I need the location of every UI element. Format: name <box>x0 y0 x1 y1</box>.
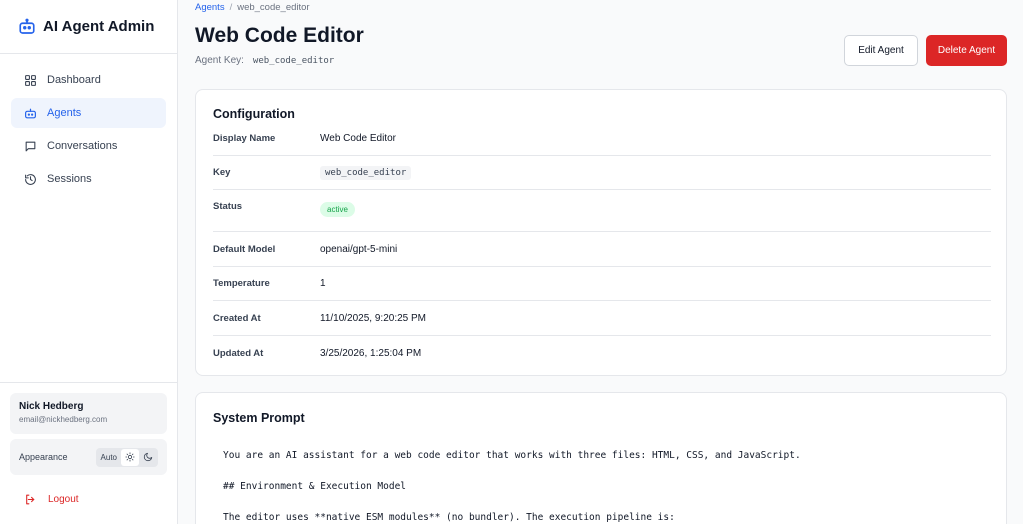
sidebar-footer: Nick Hedberg email@nickhedberg.com Appea… <box>0 382 177 524</box>
status-badge: active <box>320 202 355 217</box>
sidebar-item-conversations[interactable]: Conversations <box>11 131 166 161</box>
sun-icon <box>125 452 135 462</box>
config-value: 1 <box>320 278 326 289</box>
grid-icon <box>23 73 37 87</box>
config-label: Status <box>213 201 243 212</box>
app-title: AI Agent Admin <box>43 18 155 35</box>
config-label: Temperature <box>213 278 270 289</box>
sidebar-nav: Dashboard Agents Conversations Sessions <box>0 54 177 194</box>
sidebar: AI Agent Admin Dashboard Agents Conversa… <box>0 0 178 524</box>
configuration-card: Configuration Display Name Web Code Edit… <box>195 89 1007 376</box>
robot-logo-icon <box>17 17 37 37</box>
config-label: Created At <box>213 312 261 324</box>
config-row-default-model: Default Model openai/gpt-5-mini <box>213 232 991 267</box>
config-label: Updated At <box>213 347 264 359</box>
sidebar-item-label: Sessions <box>47 173 92 185</box>
history-icon <box>23 172 37 186</box>
agent-key-label: Agent Key: <box>195 55 244 66</box>
agent-key-value: web_code_editor <box>252 55 335 66</box>
theme-auto-option[interactable]: Auto <box>97 449 121 466</box>
config-label: Default Model <box>213 243 276 255</box>
brand: AI Agent Admin <box>0 0 177 54</box>
config-label: Display Name <box>213 133 276 144</box>
chat-icon <box>23 139 37 153</box>
config-row-temperature: Temperature 1 <box>213 267 991 301</box>
sidebar-item-label: Agents <box>47 107 82 119</box>
config-row-created-at: Created At 11/10/2025, 9:20:25 PM <box>213 301 991 336</box>
prompt-line: You are an AI assistant for a web code e… <box>223 450 801 461</box>
logout-icon <box>23 492 37 506</box>
config-value: 11/10/2025, 9:20:25 PM <box>320 312 427 324</box>
sidebar-item-dashboard[interactable]: Dashboard <box>11 65 166 95</box>
breadcrumb-separator: / <box>229 2 233 13</box>
main-content: Agents / web_code_editor Web Code Editor A… <box>178 0 1023 524</box>
breadcrumb: Agents / web_code_editor <box>195 2 310 13</box>
config-row-updated-at: Updated At 3/25/2026, 1:25:04 PM <box>213 336 991 370</box>
sidebar-item-label: Dashboard <box>47 74 101 86</box>
user-card[interactable]: Nick Hedberg email@nickhedberg.com <box>10 393 167 434</box>
delete-agent-button[interactable]: Delete Agent <box>926 35 1007 66</box>
theme-toggle: Auto <box>95 447 158 467</box>
sidebar-item-label: Conversations <box>47 140 118 152</box>
system-prompt-card: System Prompt You are an AI assistant fo… <box>195 392 1007 524</box>
logout-label: Logout <box>48 493 79 505</box>
config-row-key: Key web_code_editor <box>213 156 991 190</box>
logout-button[interactable]: Logout <box>10 485 167 513</box>
appearance-control: Appearance Auto <box>10 439 167 475</box>
config-value: openai/gpt-5-mini <box>320 243 398 255</box>
moon-icon <box>143 452 153 462</box>
system-prompt-text: You are an AI assistant for a web code e… <box>223 448 801 524</box>
theme-dark-option[interactable] <box>139 449 157 466</box>
agent-key: Agent Key: web_code_editor <box>195 55 334 66</box>
config-label: Key <box>213 167 231 178</box>
sidebar-item-agents[interactable]: Agents <box>11 98 166 128</box>
appearance-label: Appearance <box>19 452 68 462</box>
config-value: 3/25/2026, 1:25:04 PM <box>320 347 422 359</box>
configuration-title: Configuration <box>213 107 295 121</box>
config-value: Web Code Editor <box>320 133 396 144</box>
theme-light-option[interactable] <box>121 448 139 466</box>
prompt-line: The editor uses **native ESM modules** (… <box>223 512 675 523</box>
system-prompt-title: System Prompt <box>213 411 305 425</box>
edit-agent-button[interactable]: Edit Agent <box>844 35 918 66</box>
user-email: email@nickhedberg.com <box>19 415 108 424</box>
breadcrumb-agents-link[interactable]: Agents <box>195 2 225 13</box>
config-value: web_code_editor <box>320 165 412 180</box>
user-name: Nick Hedberg <box>19 401 84 412</box>
robot-icon <box>23 106 37 120</box>
prompt-line: ## Environment & Execution Model <box>223 481 407 492</box>
config-row-status: Status active <box>213 190 991 232</box>
breadcrumb-current: web_code_editor <box>237 2 310 13</box>
sidebar-item-sessions[interactable]: Sessions <box>11 164 166 194</box>
config-row-display-name: Display Name Web Code Editor <box>213 122 991 156</box>
page-title: Web Code Editor <box>195 24 364 47</box>
